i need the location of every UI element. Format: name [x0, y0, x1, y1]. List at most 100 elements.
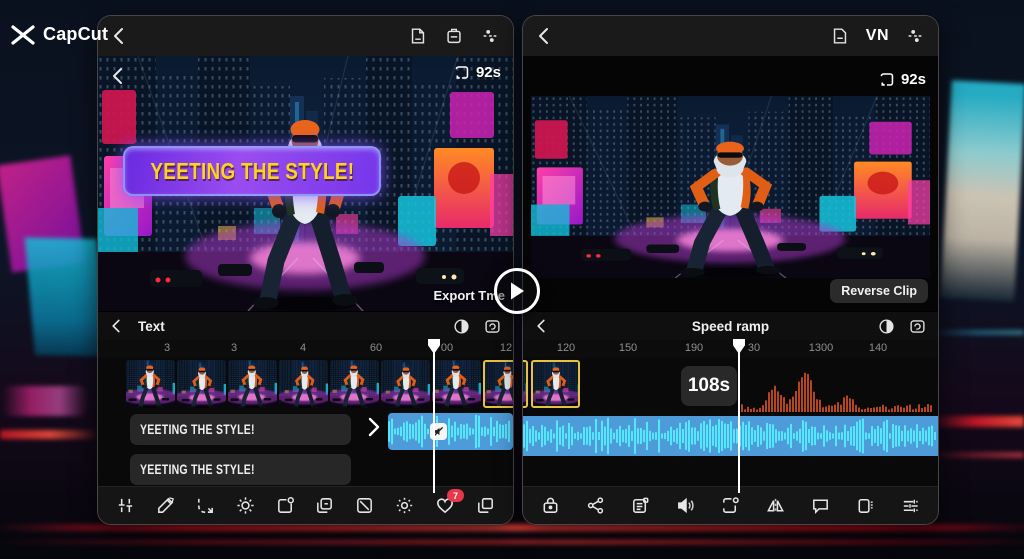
capcut-toolbar: 7 [98, 486, 513, 524]
audio-clip[interactable] [388, 413, 513, 450]
divide-settings-icon[interactable] [905, 26, 925, 46]
bg-billboard-cyan [25, 238, 108, 357]
3d-icon[interactable] [855, 495, 876, 516]
comment-bubble-icon[interactable] [810, 495, 831, 516]
caption-banner-text: YEETING THE STYLE! [150, 158, 354, 185]
sticker-time-icon[interactable] [275, 495, 296, 516]
capcut-tab-bar: Text [98, 311, 513, 340]
play-button[interactable] [494, 268, 540, 314]
expand-chevron-icon[interactable] [366, 415, 382, 442]
lock-icon[interactable] [540, 495, 561, 516]
divide-settings-icon[interactable] [480, 26, 500, 46]
tab-title: Text [138, 319, 165, 334]
capcut-top-bar [98, 16, 513, 56]
file-icon[interactable] [408, 26, 428, 46]
preview-back-button[interactable] [110, 66, 130, 89]
flip-mirror-icon[interactable] [765, 495, 786, 516]
bg-light-trail [928, 452, 1024, 458]
contrast-icon[interactable] [878, 318, 895, 335]
vn-top-bar: VN [523, 16, 938, 56]
ruler-tick: 4 [300, 342, 306, 354]
playhead[interactable] [433, 341, 435, 493]
audio-clip[interactable] [523, 416, 938, 456]
bg-billboard-right [940, 80, 1024, 302]
reverse-clip-button[interactable]: Reverse Clip [830, 279, 928, 303]
video-thumbnail-selected[interactable] [483, 360, 513, 408]
video-thumbnail[interactable] [228, 360, 277, 408]
file-icon[interactable] [830, 26, 850, 46]
ruler-tick: 12 [500, 342, 512, 354]
tab-back-button[interactable] [110, 318, 126, 334]
text-clip[interactable]: YEETING THE STYLE! [130, 454, 351, 485]
clipboard-icon[interactable] [444, 26, 464, 46]
screen-rotate-icon[interactable] [484, 318, 501, 335]
bg-light-trail [928, 416, 1024, 427]
video-thumbnail[interactable] [381, 360, 430, 408]
vn-panel: VN 92s Reverse Clip Speed ramp [522, 15, 939, 525]
audio-waveform [388, 413, 513, 450]
video-thumbnail[interactable] [432, 360, 481, 408]
mask-icon[interactable] [354, 495, 375, 516]
timeline-tracks[interactable]: 108s [523, 358, 938, 486]
caption-banner[interactable]: YEETING THE STYLE! [123, 146, 381, 196]
text-clip-label: YEETING THE STYLE! [140, 462, 255, 477]
duration-badge[interactable]: 92s [878, 71, 926, 88]
clip-duration-label: 108s [681, 366, 737, 406]
crop-arrow-icon[interactable] [195, 495, 216, 516]
back-button[interactable] [536, 26, 556, 46]
ruler-tick: 150 [619, 342, 637, 354]
edit-pencil-icon[interactable] [155, 495, 176, 516]
ruler-tick: 00 [441, 342, 453, 354]
glow-icon[interactable] [394, 495, 415, 516]
video-thumbnail-selected[interactable] [531, 360, 580, 408]
brightness-icon[interactable] [235, 495, 256, 516]
clip-duration-value: 108s [688, 375, 730, 397]
ruler-tick: 140 [869, 342, 887, 354]
video-thumbnail[interactable] [126, 360, 175, 408]
timeline-ruler[interactable]: 120 150 190 30 1300 140 [523, 340, 938, 358]
ruler-tick: 30 [748, 342, 760, 354]
duplicate-icon[interactable] [314, 495, 335, 516]
video-frame [531, 96, 930, 278]
bg-light-trail [0, 430, 100, 439]
back-button[interactable] [111, 26, 131, 46]
share-icon[interactable] [585, 495, 606, 516]
tab-title: Speed ramp [523, 319, 938, 334]
contrast-icon[interactable] [453, 318, 470, 335]
capcut-video-preview[interactable]: 92s YEETING THE STYLE! Export Tme [98, 56, 513, 311]
video-thumbnail[interactable] [330, 360, 379, 408]
duration-badge[interactable]: 92s [453, 64, 501, 81]
settings-list-icon[interactable] [900, 495, 921, 516]
ruler-tick: 120 [557, 342, 575, 354]
speed-waveform [741, 370, 933, 412]
audio-waveform [523, 416, 938, 456]
adjust-icon[interactable] [115, 495, 136, 516]
timeline-tracks[interactable]: YEETING THE STYLE! YEETING THE STYLE! [98, 358, 513, 486]
screenshot-root: CapCut 92s YEETING THE STYLE! Export Tm [0, 0, 1024, 559]
ruler-tick: 190 [685, 342, 703, 354]
playhead[interactable] [738, 341, 740, 493]
capcut-logo-text: CapCut [43, 24, 108, 45]
capcut-brand: CapCut [10, 24, 108, 45]
vn-video-preview[interactable]: 92s Reverse Clip [523, 56, 938, 311]
screen-rotate-icon[interactable] [909, 318, 926, 335]
frame-icon[interactable] [720, 495, 741, 516]
trim-icon [878, 71, 895, 88]
favorite-heart-icon[interactable]: 7 [434, 495, 456, 516]
notification-badge: 7 [447, 489, 464, 502]
ruler-tick: 60 [370, 342, 382, 354]
timeline-ruler[interactable]: 3 3 4 60 00 12 [98, 340, 513, 358]
video-thumbnail[interactable] [279, 360, 328, 408]
video-thumbnail-selected[interactable] [523, 360, 528, 408]
video-thumbnail[interactable] [177, 360, 226, 408]
layers-icon[interactable] [475, 495, 496, 516]
capcut-logo-icon [10, 25, 36, 45]
text-clip-label: YEETING THE STYLE! [140, 422, 255, 437]
text-clip[interactable]: YEETING THE STYLE! [130, 414, 351, 445]
play-icon [508, 281, 526, 301]
bg-light-trail [930, 330, 1024, 335]
tab-back-button[interactable] [535, 318, 551, 334]
duration-value: 92s [476, 64, 501, 81]
captions-icon[interactable] [630, 495, 651, 516]
volume-icon[interactable] [675, 495, 696, 516]
